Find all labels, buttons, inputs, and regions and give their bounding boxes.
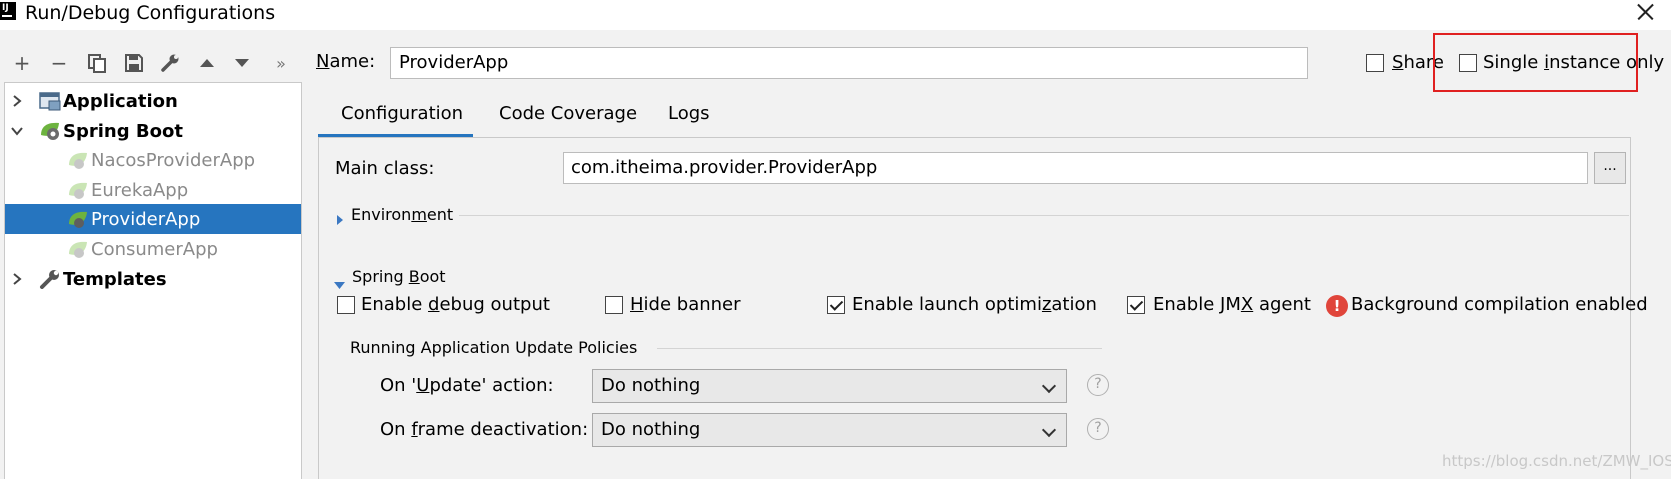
enable-debug-output-checkbox[interactable] [337, 296, 355, 314]
configuration-tree: Application Spring Boot NacosProviderApp… [4, 82, 302, 479]
main-class-input[interactable]: com.itheima.provider.ProviderApp [563, 152, 1588, 184]
single-instance-label[interactable]: Single instance only [1483, 52, 1664, 74]
tab-logs[interactable]: Logs [668, 103, 710, 125]
triangle-down-icon [235, 59, 249, 67]
enable-launch-optimization-label[interactable]: Enable launch optimization [852, 294, 1097, 316]
update-action-label: On 'Update' action: [380, 375, 554, 396]
tree-item-spring-boot[interactable]: Spring Boot [5, 116, 301, 146]
copy-icon [88, 54, 106, 73]
error-icon: ! [1326, 295, 1348, 317]
policies-separator [657, 348, 1102, 349]
config-toolbar: + − » [0, 46, 305, 80]
name-input[interactable]: ProviderApp [390, 47, 1308, 79]
browse-main-class-button[interactable]: ... [1594, 152, 1626, 184]
tree-item-consumerapp[interactable]: ConsumerApp [5, 234, 301, 264]
chevron-down-icon [1041, 378, 1057, 394]
frame-deactivation-value: Do nothing [601, 419, 701, 440]
update-action-value: Do nothing [601, 375, 701, 396]
wrench-icon [161, 54, 179, 72]
close-icon[interactable] [1634, 0, 1656, 24]
window-title: Run/Debug Configurations [25, 2, 276, 24]
tree-item-templates[interactable]: Templates [5, 264, 301, 294]
tree-item-label: EurekaApp [91, 179, 189, 201]
minus-icon: − [50, 51, 68, 75]
title-bar: IJ Run/Debug Configurations [0, 0, 1671, 30]
spring-boot-icon [39, 121, 61, 141]
tree-item-nacosproviderapp[interactable]: NacosProviderApp [5, 145, 301, 175]
single-instance-checkbox[interactable] [1459, 54, 1477, 72]
tree-item-label: NacosProviderApp [91, 149, 256, 171]
chevron-down-icon[interactable] [10, 124, 24, 138]
spring-boot-leaf-icon [67, 181, 89, 201]
application-icon [39, 91, 61, 111]
remove-configuration-button[interactable]: − [46, 50, 72, 76]
wrench-icon [39, 269, 61, 289]
enable-jmx-agent-label[interactable]: Enable JMX agent [1153, 294, 1311, 316]
policies-title: Running Application Update Policies [350, 338, 638, 357]
chevron-down-icon [1041, 422, 1057, 438]
tree-item-label: Spring Boot [63, 120, 183, 142]
spring-boot-section-label[interactable]: Spring Boot [352, 266, 446, 288]
save-icon [125, 54, 143, 72]
copy-configuration-button[interactable] [84, 50, 110, 76]
enable-launch-optimization-checkbox[interactable] [827, 296, 845, 314]
plus-icon: + [13, 51, 31, 75]
add-configuration-button[interactable]: + [9, 50, 35, 76]
enable-jmx-agent-checkbox[interactable] [1127, 296, 1145, 314]
more-actions-button[interactable]: » [268, 50, 294, 76]
tree-item-label: Templates [63, 268, 167, 290]
spring-boot-leaf-icon [67, 210, 89, 230]
frame-deactivation-label: On frame deactivation: [380, 419, 589, 440]
triangle-down-icon[interactable] [334, 274, 345, 293]
watermark: https://blog.csdn.net/ZMW_IOS [1442, 452, 1671, 470]
save-configuration-button[interactable] [121, 50, 147, 76]
name-label: Name: [316, 51, 376, 72]
background-compilation-warning: Background compilation enabled [1351, 294, 1648, 315]
chevron-right-icon[interactable] [10, 94, 24, 108]
tree-item-providerapp[interactable]: ProviderApp [5, 204, 301, 234]
spring-boot-leaf-icon [67, 240, 89, 260]
double-chevron-icon: » [276, 53, 286, 73]
spring-boot-leaf-icon [67, 151, 89, 171]
environment-separator [459, 215, 1629, 216]
tree-item-eurekaapp[interactable]: EurekaApp [5, 175, 301, 205]
move-down-button[interactable] [229, 50, 255, 76]
hide-banner-label[interactable]: Hide banner [630, 294, 741, 316]
share-checkbox[interactable] [1366, 54, 1384, 72]
tab-configuration[interactable]: Configuration [341, 103, 463, 125]
chevron-right-icon[interactable] [10, 272, 24, 286]
environment-section-label[interactable]: Environment [351, 204, 453, 226]
main-class-label: Main class: [335, 158, 435, 179]
tree-item-label: ConsumerApp [91, 238, 218, 260]
tree-item-label: Application [63, 90, 178, 112]
tree-item-label: ProviderApp [91, 208, 201, 230]
update-action-select[interactable]: Do nothing [592, 369, 1067, 403]
configuration-panel: Main class: com.itheima.provider.Provide… [318, 138, 1648, 479]
enable-debug-output-label[interactable]: Enable debug output [361, 294, 550, 316]
intellij-app-icon: IJ [0, 2, 16, 20]
tab-code-coverage[interactable]: Code Coverage [499, 103, 637, 125]
help-icon[interactable]: ? [1087, 374, 1109, 396]
triangle-up-icon [200, 59, 214, 67]
move-up-button[interactable] [194, 50, 220, 76]
edit-templates-button[interactable] [157, 50, 183, 76]
tree-item-application[interactable]: Application [5, 86, 301, 116]
hide-banner-checkbox[interactable] [605, 296, 623, 314]
frame-deactivation-select[interactable]: Do nothing [592, 413, 1067, 447]
triangle-right-icon[interactable] [336, 210, 344, 229]
help-icon[interactable]: ? [1087, 418, 1109, 440]
